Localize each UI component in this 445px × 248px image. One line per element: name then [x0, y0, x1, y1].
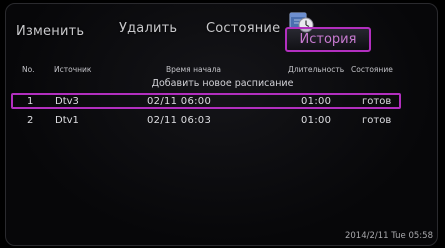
clock: 2014/2/11 Tue 05:58	[344, 231, 433, 241]
row-source: Dtv3	[55, 96, 79, 107]
row-state: готов	[362, 115, 392, 126]
tab-bar: Изменить Удалить Состояние История	[6, 4, 437, 59]
row-start-time: 02/11 06:00	[147, 96, 212, 107]
tab-edit[interactable]: Изменить	[16, 24, 84, 39]
column-header-start: Время начала	[166, 65, 221, 74]
table-row[interactable]: 2 Dtv1 02/11 06:03 01:00 готов	[6, 112, 437, 129]
column-header-source: Источник	[54, 65, 92, 74]
table-row[interactable]: 1 Dtv3 02/11 06:00 01:00 готов	[6, 93, 437, 110]
schedule-screen: Изменить Удалить Состояние История No. И…	[5, 3, 438, 246]
tab-delete[interactable]: Удалить	[119, 21, 177, 36]
row-number: 2	[27, 115, 34, 126]
row-duration: 01:00	[301, 96, 332, 107]
row-number: 1	[27, 96, 34, 107]
column-header-state: Состояние	[351, 65, 393, 74]
table-header: No. Источник Время начала Длительность С…	[6, 65, 437, 77]
row-state: готов	[362, 96, 392, 107]
column-header-no: No.	[22, 65, 35, 74]
add-schedule-item[interactable]: Добавить новое расписание	[6, 78, 437, 89]
row-source: Dtv1	[55, 115, 79, 126]
row-duration: 01:00	[301, 115, 332, 126]
tab-status[interactable]: Состояние	[206, 21, 280, 36]
row-start-time: 02/11 06:03	[147, 115, 212, 126]
column-header-duration: Длительность	[288, 65, 345, 74]
tab-history[interactable]: История	[285, 27, 371, 52]
